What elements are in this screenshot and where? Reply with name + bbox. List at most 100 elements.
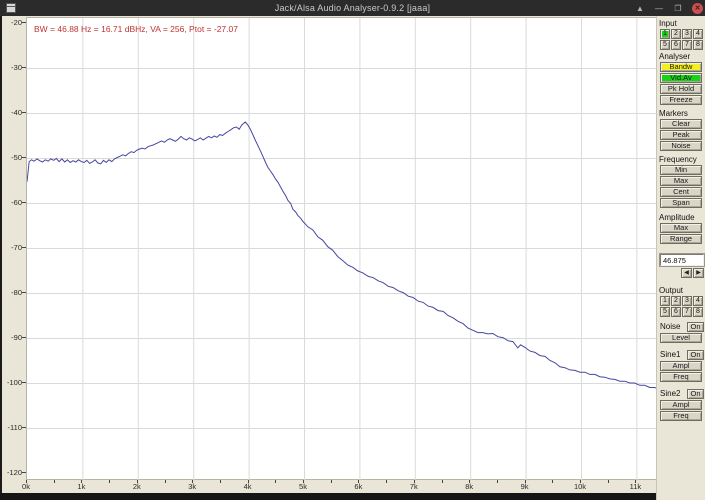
input-channel-button-3[interactable]: 3	[682, 29, 692, 39]
input-channel-button-2[interactable]: 2	[671, 29, 681, 39]
spectrum-canvas	[27, 18, 659, 481]
x-axis-tick	[136, 480, 138, 483]
y-axis-tick	[22, 292, 26, 293]
input-channel-button-row: 5678	[660, 40, 705, 50]
frequency-button-group: Min Max Cent Span	[659, 165, 705, 208]
input-channel-button-7[interactable]: 7	[682, 40, 692, 50]
x-axis-tick	[386, 480, 388, 483]
output-channel-button-5[interactable]: 5	[660, 307, 670, 317]
x-axis-label: 6k	[354, 482, 363, 491]
sine1-ampl-button[interactable]: Ampl	[660, 361, 702, 371]
spectrum-trace	[27, 121, 659, 390]
x-axis-tick	[81, 480, 83, 483]
frequency-min-button[interactable]: Min	[660, 165, 702, 175]
minimize-window-icon[interactable]: —	[654, 4, 664, 13]
sine2-ampl-button[interactable]: Ampl	[660, 400, 702, 410]
output-section-label: Output	[659, 286, 684, 295]
input-channel-button-4[interactable]: 4	[693, 29, 703, 39]
close-window-icon[interactable]: ✕	[692, 2, 703, 14]
output-channel-group: 12345678	[659, 296, 705, 317]
x-axis-tick	[247, 480, 249, 483]
x-axis-label: 7k	[409, 482, 418, 491]
x-axis-tick	[303, 480, 304, 483]
x-axis-label: 11k	[629, 482, 642, 491]
output-channel-button-2[interactable]: 2	[671, 296, 681, 306]
frequency-max-button[interactable]: Max	[660, 176, 702, 186]
input-channel-button-6[interactable]: 6	[671, 40, 681, 50]
x-axis-label: 10k	[573, 482, 587, 491]
shade-window-icon[interactable]: ▲	[635, 4, 645, 13]
y-axis-label: -40	[11, 107, 22, 117]
frequency-span-button[interactable]: Span	[660, 198, 702, 208]
y-axis-tick	[22, 202, 26, 203]
y-axis-label: -60	[11, 197, 22, 207]
x-axis-label: 2k	[132, 482, 141, 491]
output-channel-button-6[interactable]: 6	[671, 307, 681, 317]
output-channel-button-1[interactable]: 1	[660, 296, 670, 306]
input-channel-button-8[interactable]: 8	[693, 40, 703, 50]
y-axis-tick	[22, 472, 26, 473]
x-axis-tick	[192, 480, 194, 483]
output-channel-button-4[interactable]: 4	[693, 296, 703, 306]
x-axis-label: 4k	[243, 482, 252, 491]
x-axis-label: 9k	[520, 482, 529, 491]
markers-peak-button[interactable]: Peak	[660, 130, 702, 140]
noise-level-button[interactable]: Level	[660, 333, 702, 343]
y-axis-tick	[22, 22, 26, 23]
y-axis-label: -20	[11, 17, 22, 27]
amplitude-max-button[interactable]: Max	[660, 223, 702, 233]
step-left-button[interactable]: ◀	[681, 268, 692, 278]
spectrum-plot[interactable]: BW = 46.88 Hz = 16.71 dBHz, VA = 256, Pt…	[26, 17, 659, 481]
output-channel-button-row: 1234	[660, 296, 705, 306]
sine1-on-button[interactable]: On	[687, 349, 704, 360]
measurement-readout: BW = 46.88 Hz = 16.71 dBHz, VA = 256, Pt…	[34, 24, 238, 34]
analyser-pk-hold-button[interactable]: Pk Hold	[660, 84, 702, 94]
x-axis-tick	[524, 480, 526, 483]
x-axis-label: 8k	[465, 482, 474, 491]
x-axis-label: 0k	[22, 482, 30, 491]
x-axis-tick	[358, 480, 360, 483]
x-axis-tick	[164, 480, 166, 483]
markers-section-label: Markers	[659, 109, 688, 118]
frequency-step-field[interactable]: 46.875	[659, 253, 705, 267]
y-axis-label: -80	[11, 287, 22, 297]
amplitude-button-group: Max Range	[659, 223, 705, 244]
output-channel-button-7[interactable]: 7	[682, 307, 692, 317]
analyser-freeze-button[interactable]: Freeze	[660, 95, 702, 105]
sine1-freq-button[interactable]: Freq	[660, 372, 702, 382]
noise-on-button[interactable]: On	[687, 321, 704, 332]
y-axis-tick	[22, 157, 26, 158]
analyser-vid-av-button[interactable]: Vid.Av	[660, 73, 702, 83]
step-right-button[interactable]: ▶	[693, 268, 704, 278]
sine2-on-button[interactable]: On	[687, 388, 704, 399]
amplitude-range-button[interactable]: Range	[660, 234, 702, 244]
analyser-bandw-button[interactable]: Bandw	[660, 62, 702, 72]
input-channel-button-1[interactable]: 1	[660, 29, 670, 39]
markers-noise-button[interactable]: Noise	[660, 141, 702, 151]
y-axis-label: -50	[11, 152, 22, 162]
input-channel-button-5[interactable]: 5	[660, 40, 670, 50]
y-axis-tick	[22, 112, 26, 113]
y-axis-label: -100	[6, 377, 22, 387]
amplitude-section-label: Amplitude	[659, 213, 695, 222]
y-axis-tick	[22, 427, 26, 428]
x-axis-label: 5k	[299, 482, 307, 491]
y-axis-label: -90	[11, 332, 22, 342]
output-channel-button-row: 5678	[660, 307, 705, 317]
x-axis-label: 3k	[188, 482, 197, 491]
frequency-cent-button[interactable]: Cent	[660, 187, 702, 197]
output-channel-button-3[interactable]: 3	[682, 296, 692, 306]
output-channel-button-8[interactable]: 8	[693, 307, 703, 317]
x-axis-tick	[607, 480, 609, 483]
sine2-freq-button[interactable]: Freq	[660, 411, 702, 421]
input-section-label: Input	[659, 19, 677, 28]
markers-clear-button[interactable]: Clear	[660, 119, 702, 129]
x-axis-tick	[552, 480, 554, 483]
y-axis-tick	[22, 247, 26, 248]
x-axis-tick	[53, 480, 55, 483]
maximize-window-icon[interactable]: ❐	[673, 4, 683, 13]
x-axis-tick	[109, 480, 111, 483]
frequency-section-label: Frequency	[659, 155, 697, 164]
window-title: Jack/Alsa Audio Analyser-0.9.2 [jaaa]	[274, 3, 431, 13]
input-channel-group: 12345678	[659, 29, 705, 50]
